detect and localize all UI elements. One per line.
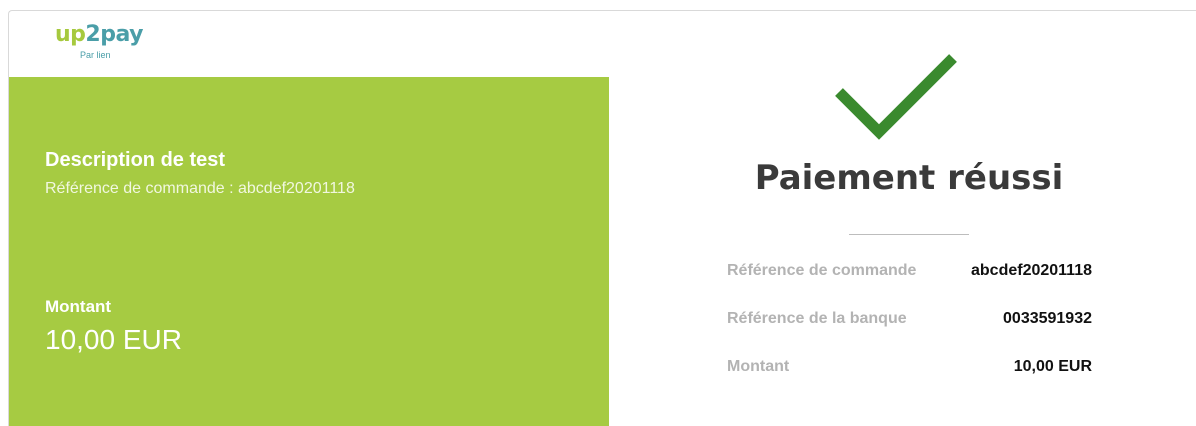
detail-value: 0033591932 — [1003, 310, 1092, 327]
payment-success-title: Paiement réussi — [754, 158, 1064, 198]
logo-subtitle: Par lien — [80, 50, 111, 60]
order-reference-line: Référence de commande : abcdef20201118 — [45, 180, 355, 197]
divider — [849, 234, 969, 235]
detail-row-order-ref: Référence de commande abcdef20201118 — [727, 256, 1092, 304]
order-description: Description de test — [45, 149, 226, 171]
logo-up-text: up — [55, 22, 86, 47]
detail-label: Référence de la banque — [727, 310, 907, 327]
detail-label: Référence de commande — [727, 262, 917, 279]
amount-value: 10,00 EUR — [45, 324, 182, 355]
payment-details: Référence de commande abcdef20201118 Réf… — [727, 256, 1092, 400]
up2pay-logo: up2pay Par lien — [55, 22, 145, 62]
detail-value: abcdef20201118 — [971, 262, 1092, 279]
detail-value: 10,00 EUR — [1013, 358, 1092, 375]
amount-label: Montant — [45, 297, 112, 316]
detail-row-bank-ref: Référence de la banque 0033591932 — [727, 304, 1092, 352]
logo-2pay-text: 2pay — [85, 22, 143, 47]
logo-wordmark: up2pay — [55, 22, 143, 48]
order-summary-panel: Description de test Référence de command… — [9, 77, 609, 426]
detail-row-amount: Montant 10,00 EUR — [727, 352, 1092, 400]
checkmark-icon — [835, 54, 957, 140]
detail-label: Montant — [727, 358, 790, 375]
